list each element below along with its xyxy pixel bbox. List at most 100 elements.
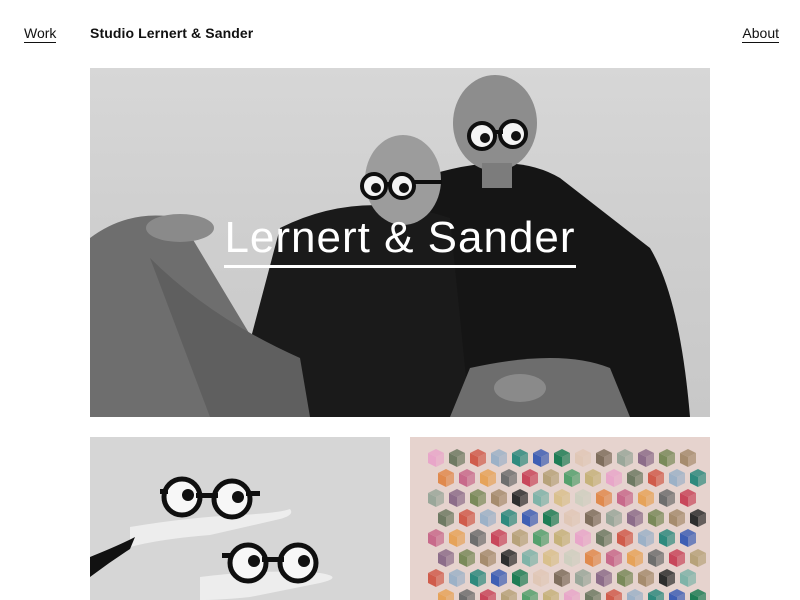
cube: [438, 549, 454, 567]
cube: [575, 489, 591, 507]
cube: [543, 589, 559, 600]
project-tile-cubes[interactable]: [410, 437, 710, 600]
cube: [638, 449, 654, 467]
cube: [533, 529, 549, 547]
cube: [459, 509, 475, 527]
cube: [617, 529, 633, 547]
cube: [669, 509, 685, 527]
cube: [554, 449, 570, 467]
cube: [596, 489, 612, 507]
cube: [627, 469, 643, 487]
cube: [449, 569, 465, 587]
hero-title[interactable]: Lernert & Sander: [224, 213, 576, 268]
cube: [669, 589, 685, 600]
cube: [627, 589, 643, 600]
cube: [596, 529, 612, 547]
cube: [428, 449, 444, 467]
cube: [522, 469, 538, 487]
cube: [690, 589, 706, 600]
cube: [449, 449, 465, 467]
cube: [428, 569, 444, 587]
cube: [491, 569, 507, 587]
nav-about-link[interactable]: About: [742, 25, 779, 43]
cube: [564, 589, 580, 600]
cube: [491, 489, 507, 507]
cube: [659, 569, 675, 587]
cube: [470, 489, 486, 507]
cube: [512, 569, 528, 587]
cube: [512, 529, 528, 547]
hero-image[interactable]: Lernert & Sander: [90, 68, 710, 417]
cube: [512, 489, 528, 507]
cube: [459, 589, 475, 600]
cube: [648, 589, 664, 600]
cube: [449, 529, 465, 547]
cube: [690, 549, 706, 567]
cube: [575, 449, 591, 467]
cube: [585, 549, 601, 567]
cube: [627, 549, 643, 567]
cube: [564, 549, 580, 567]
cube: [575, 569, 591, 587]
cube: [564, 469, 580, 487]
cube: [543, 469, 559, 487]
project-tile-glasses[interactable]: [90, 437, 390, 600]
cube: [470, 569, 486, 587]
cube: [596, 569, 612, 587]
cube: [617, 569, 633, 587]
cube: [470, 529, 486, 547]
cube: [680, 489, 696, 507]
cube: [480, 589, 496, 600]
cube: [585, 509, 601, 527]
cube: [638, 569, 654, 587]
cube: [659, 489, 675, 507]
cube: [438, 589, 454, 600]
cube: [606, 469, 622, 487]
cube: [564, 509, 580, 527]
cube: [680, 529, 696, 547]
cube: [501, 549, 517, 567]
cube: [522, 549, 538, 567]
cube: [501, 509, 517, 527]
cube: [690, 509, 706, 527]
cube: [543, 549, 559, 567]
cube: [428, 529, 444, 547]
cube: [501, 469, 517, 487]
studio-title[interactable]: Studio Lernert & Sander: [90, 25, 253, 41]
cube: [690, 469, 706, 487]
cube: [533, 449, 549, 467]
cube: [648, 469, 664, 487]
cube: [680, 569, 696, 587]
cube: [638, 529, 654, 547]
cube: [606, 549, 622, 567]
cube: [438, 469, 454, 487]
cube: [585, 469, 601, 487]
cube: [606, 589, 622, 600]
glasses-on-hands-illustration: [90, 476, 333, 600]
colored-cubes-illustration: [428, 449, 706, 600]
cube: [648, 549, 664, 567]
cube: [533, 569, 549, 587]
cube: [543, 509, 559, 527]
hero-title-link[interactable]: Lernert & Sander: [90, 213, 710, 268]
cube: [648, 509, 664, 527]
cube: [638, 489, 654, 507]
cube: [596, 449, 612, 467]
cube: [480, 549, 496, 567]
cube: [438, 509, 454, 527]
cube: [575, 529, 591, 547]
cube: [470, 449, 486, 467]
cube: [501, 589, 517, 600]
cube: [491, 529, 507, 547]
cube: [680, 449, 696, 467]
cube: [428, 489, 444, 507]
cube: [459, 549, 475, 567]
cube: [627, 509, 643, 527]
cube: [491, 449, 507, 467]
cube: [554, 529, 570, 547]
cube: [449, 489, 465, 507]
nav-work-link[interactable]: Work: [24, 25, 57, 43]
cube: [554, 489, 570, 507]
cube: [554, 569, 570, 587]
cube: [617, 449, 633, 467]
